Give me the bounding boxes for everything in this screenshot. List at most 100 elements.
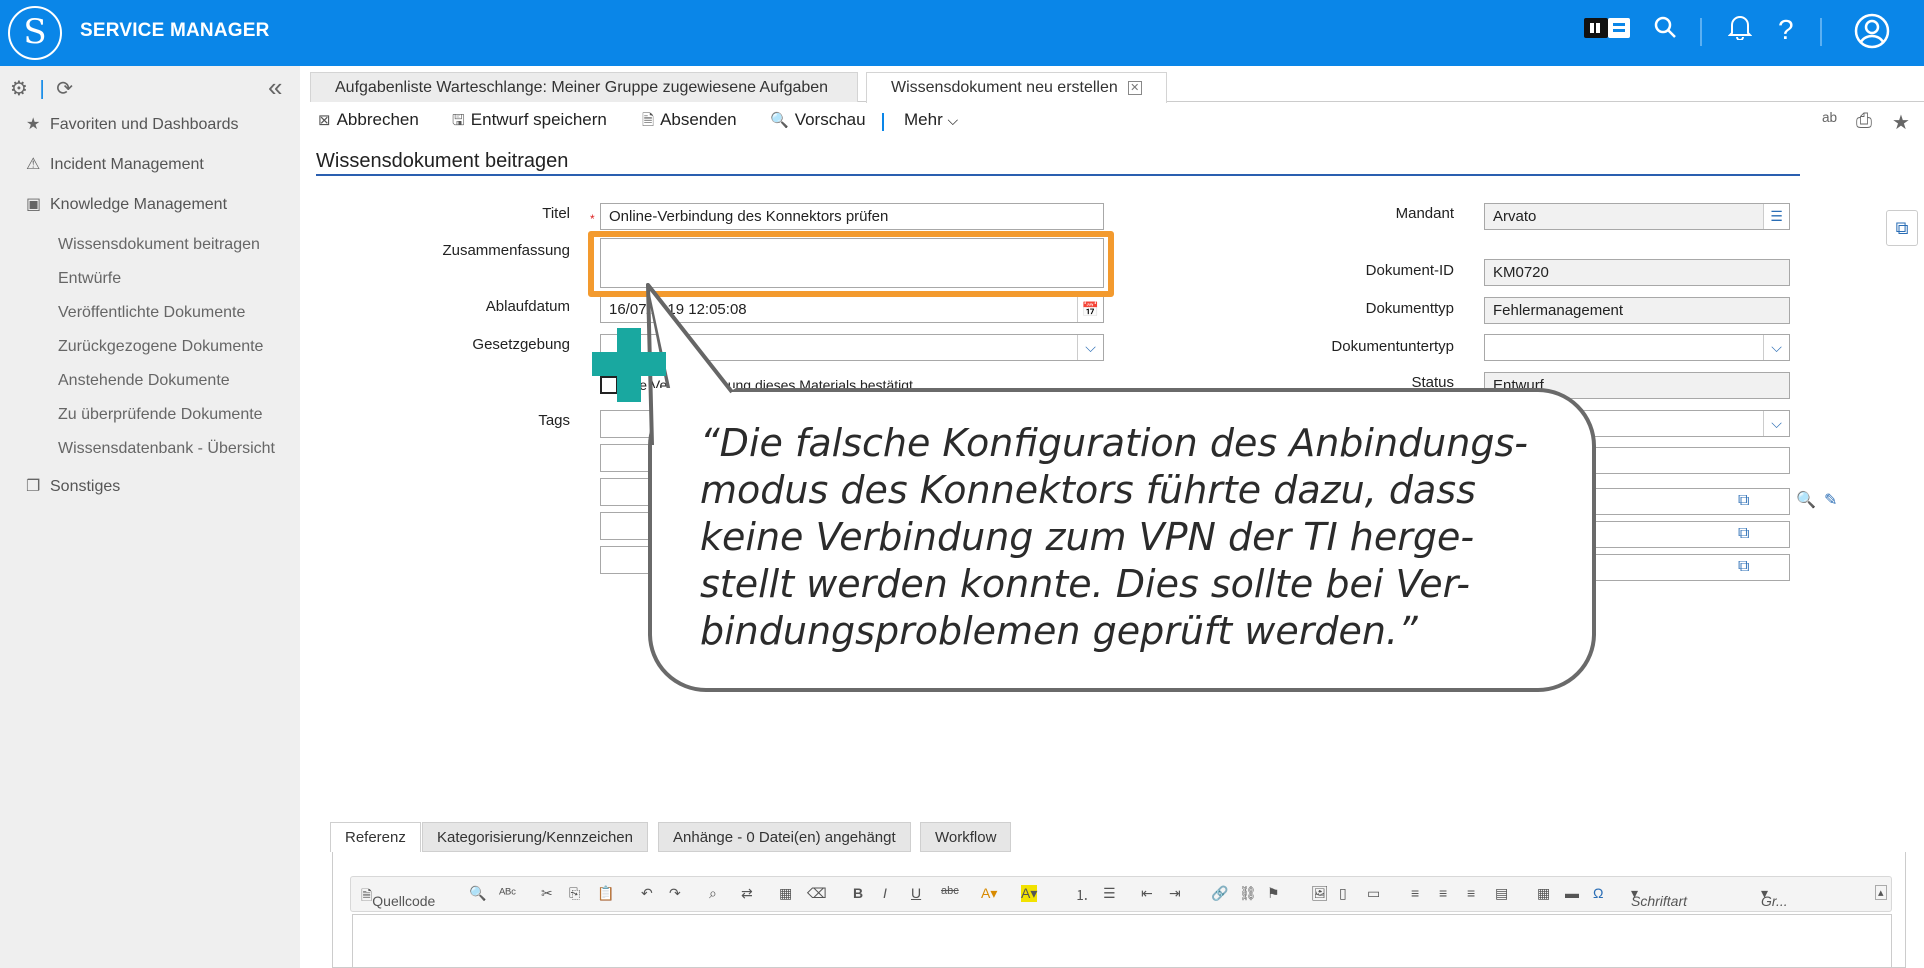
- preview-button[interactable]: 🔍 Vorschau: [770, 110, 866, 130]
- outdent-icon[interactable]: ⇤: [1141, 885, 1153, 902]
- gear-icon[interactable]: ⚙: [10, 78, 28, 100]
- link-icon[interactable]: 🔗: [1211, 885, 1228, 902]
- bg-color-icon[interactable]: A▾: [1021, 885, 1038, 902]
- copy-icon[interactable]: ⧉: [1738, 492, 1749, 510]
- flash-icon[interactable]: ▯: [1339, 885, 1347, 902]
- document-search-icon[interactable]: ⧉: [1886, 210, 1918, 246]
- iframe-icon[interactable]: ▭: [1367, 885, 1380, 902]
- sidebar-subitem[interactable]: Entwürfe: [58, 270, 121, 288]
- hr-icon[interactable]: ▬: [1565, 885, 1579, 901]
- tenant-switch-icon[interactable]: [1584, 14, 1630, 50]
- print-icon[interactable]: ⎙: [1856, 110, 1872, 133]
- unlink-icon[interactable]: ⛓: [1239, 885, 1257, 902]
- tab-referenz[interactable]: Referenz: [330, 822, 421, 852]
- tab-workflow[interactable]: Workflow: [920, 822, 1012, 852]
- source-button[interactable]: 🗎 Quellcode: [361, 885, 435, 909]
- help-icon[interactable]: ?: [1778, 12, 1794, 48]
- confirm-checkbox[interactable]: [600, 376, 618, 394]
- align-right-icon[interactable]: ≡: [1467, 885, 1475, 901]
- find-icon[interactable]: 🔍: [469, 885, 486, 902]
- sidebar-subitem[interactable]: Zurückgezogene Dokumente: [58, 338, 263, 356]
- close-icon[interactable]: ✕: [1127, 80, 1142, 95]
- chevron-down-icon[interactable]: ⌵: [1763, 335, 1789, 360]
- collapse-sidebar-icon[interactable]: «: [268, 72, 282, 103]
- spellcheck-icon[interactable]: ᵃᵇ: [1822, 110, 1837, 133]
- search-icon[interactable]: [1653, 14, 1677, 50]
- align-center-icon[interactable]: ≡: [1439, 885, 1447, 901]
- sidebar-subitem[interactable]: Zu überprüfende Dokumente: [58, 406, 263, 424]
- search-icon[interactable]: 🔍: [1796, 490, 1816, 510]
- spellcheck-icon[interactable]: ᴬᴮᶜ: [499, 885, 516, 901]
- font-select[interactable]: Schriftart ▾: [1631, 885, 1687, 909]
- paste-icon[interactable]: 📋: [597, 885, 614, 902]
- page-title: Wissensdokument beitragen: [316, 150, 569, 172]
- zusammenfassung-label: Zusammenfassung: [442, 242, 570, 259]
- sidebar-tools: ⚙ | ⟳: [10, 76, 73, 101]
- strikethrough-icon[interactable]: abc: [941, 885, 959, 897]
- save-draft-button[interactable]: 🖫 Entwurf speichern: [452, 110, 607, 135]
- redo-icon[interactable]: ↷: [669, 885, 681, 902]
- editor-toolbar: 🗎 Quellcode 🔍 ᴬᴮᶜ ✂ ⎘ 📋 ↶ ↷ ⌕ ⇄ ▦ ⌫ B I …: [350, 876, 1892, 912]
- mandant-label: Mandant: [1395, 205, 1454, 222]
- warning-icon: ⚠: [26, 156, 41, 173]
- divider: [882, 113, 884, 131]
- bullet-list-icon[interactable]: ☰: [1103, 885, 1116, 902]
- more-label: Mehr: [904, 110, 943, 129]
- sidebar-subitem[interactable]: Anstehende Dokumente: [58, 372, 230, 390]
- anchor-icon[interactable]: ⚑: [1267, 885, 1280, 902]
- numbered-list-icon[interactable]: ⒈: [1075, 885, 1089, 905]
- cancel-button[interactable]: ⊠ Abbrechen: [318, 110, 419, 130]
- select-all-icon[interactable]: ▦: [779, 885, 792, 902]
- titel-field[interactable]: Online-Verbindung des Konnektors prüfen: [600, 203, 1104, 230]
- more-button[interactable]: Mehr ⌵: [904, 110, 958, 130]
- list-icon[interactable]: ☰: [1763, 204, 1789, 229]
- submit-button[interactable]: 🗎 Absenden: [642, 110, 737, 135]
- maximize-icon[interactable]: ▴: [1875, 885, 1887, 900]
- sidebar-item-knowledge[interactable]: ▣ Knowledge Management: [26, 194, 227, 214]
- indent-icon[interactable]: ⇥: [1169, 885, 1181, 902]
- bell-icon[interactable]: [1727, 14, 1753, 51]
- bold-icon[interactable]: B: [853, 885, 863, 901]
- close-box-icon: ⊠: [318, 112, 331, 129]
- sidebar-item-other[interactable]: ❐ Sonstiges: [26, 476, 120, 496]
- find-replace-icon[interactable]: ⌕: [709, 885, 717, 902]
- stack-icon: ❐: [26, 478, 41, 495]
- editor-content-area[interactable]: [352, 914, 1892, 968]
- table-icon[interactable]: ▦: [1537, 885, 1550, 902]
- sidebar-subitem[interactable]: Veröffentlichte Dokumente: [58, 304, 245, 322]
- image-icon[interactable]: 🖼: [1311, 885, 1329, 902]
- align-left-icon[interactable]: ≡: [1411, 885, 1419, 901]
- sidebar-item-label: Sonstiges: [50, 478, 121, 495]
- text-color-icon[interactable]: A▾: [981, 885, 997, 902]
- special-char-icon[interactable]: Ω: [1593, 885, 1603, 901]
- eraser-icon[interactable]: ⌫: [807, 885, 827, 902]
- sidebar-item-favorites[interactable]: ★ Favoriten und Dashboards: [26, 114, 239, 134]
- tab-kategorisierung[interactable]: Kategorisierung/Kennzeichen: [422, 822, 648, 852]
- user-icon[interactable]: [1854, 13, 1890, 60]
- undo-icon[interactable]: ↶: [641, 885, 653, 902]
- tab-task-queue[interactable]: Aufgabenliste Warteschlange: Meiner Grup…: [310, 72, 858, 102]
- copy-icon[interactable]: ⧉: [1738, 558, 1749, 576]
- sidebar: ⚙ | ⟳ « ★ Favoriten und Dashboards ⚠ Incid…: [0, 66, 300, 968]
- italic-icon[interactable]: I: [883, 885, 887, 901]
- underline-icon[interactable]: U: [911, 885, 921, 901]
- copy-icon[interactable]: ⧉: [1738, 525, 1749, 543]
- size-select[interactable]: Gr... ▾: [1761, 885, 1788, 909]
- sidebar-subitem[interactable]: Wissensdokument beitragen: [58, 236, 260, 254]
- app-logo[interactable]: S: [8, 6, 62, 60]
- divider: |: [39, 78, 45, 100]
- justify-icon[interactable]: ▤: [1495, 885, 1508, 902]
- mandant-field[interactable]: Arvato ☰: [1484, 203, 1790, 230]
- chevron-down-icon[interactable]: ⌵: [1763, 411, 1789, 436]
- copy-icon[interactable]: ⎘: [569, 885, 580, 902]
- tab-new-document[interactable]: Wissensdokument neu erstellen ✕: [866, 72, 1167, 103]
- sidebar-subitem[interactable]: Wissensdatenbank - Übersicht: [58, 440, 275, 458]
- edit-icon[interactable]: ✎: [1824, 490, 1837, 510]
- titel-label: Titel: [542, 205, 570, 222]
- tab-anhaenge[interactable]: Anhänge - 0 Datei(en) angehängt: [658, 822, 911, 852]
- cut-icon[interactable]: ✂: [541, 885, 553, 902]
- replace-icon[interactable]: ⇄: [741, 885, 753, 902]
- sidebar-item-incident[interactable]: ⚠ Incident Management: [26, 154, 204, 174]
- refresh-icon[interactable]: ⟳: [56, 78, 73, 100]
- favorite-star-icon[interactable]: ★: [1892, 110, 1910, 135]
